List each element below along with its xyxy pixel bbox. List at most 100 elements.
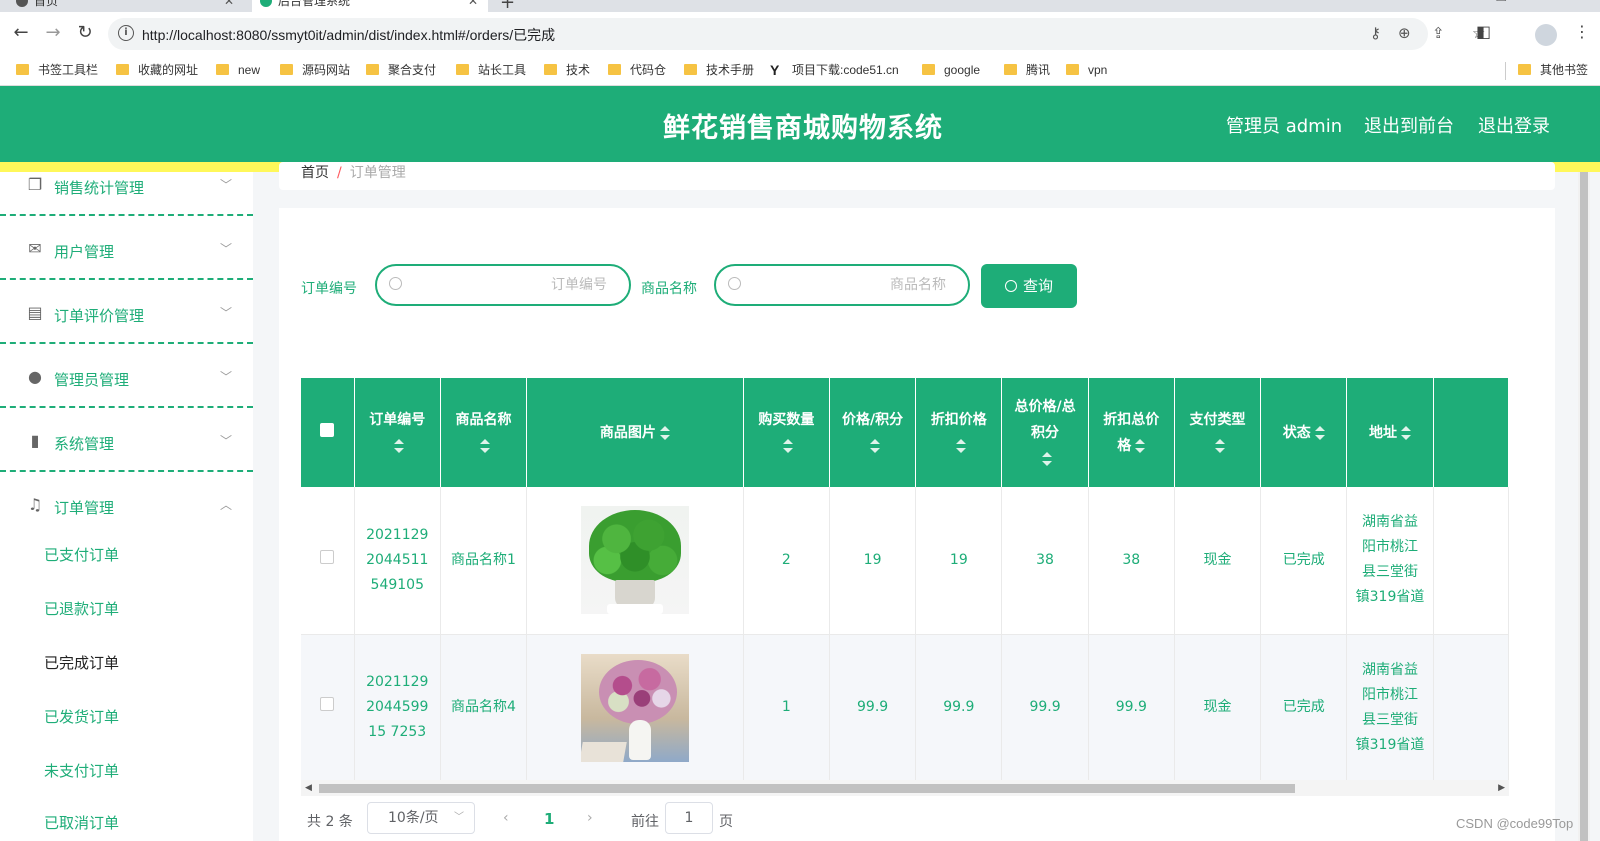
discount-total-cell: 99.9 (1088, 634, 1175, 782)
bookmark-item[interactable]: 技术 (544, 62, 590, 78)
row-checkbox[interactable] (320, 549, 335, 564)
column-header[interactable]: 折扣价格 (915, 378, 1003, 487)
browser-tab-home[interactable]: 首页 ✕ (8, 0, 244, 12)
vue-icon (260, 0, 272, 7)
column-header[interactable]: 商品名称 (440, 378, 528, 487)
column-header[interactable]: 商品图片 (526, 378, 744, 487)
page-vertical-scrollbar[interactable] (1578, 172, 1590, 841)
bookmark-item[interactable]: 技术手册 (684, 62, 754, 78)
more-menu-icon[interactable]: ⋮ (1574, 22, 1590, 41)
restore-icon[interactable]: ❐ (1496, 0, 1507, 4)
column-header[interactable]: 折扣总价格 (1088, 378, 1175, 487)
key-icon[interactable]: ⚷ (1370, 24, 1381, 42)
menu-sales-stats[interactable]: ❐ 销售统计管理 ﹀ (0, 172, 253, 216)
current-page[interactable]: 1 (544, 810, 554, 828)
select-all-header[interactable] (301, 378, 355, 487)
submenu-refunded-orders[interactable]: 已退款订单 (44, 598, 119, 619)
select-all-checkbox[interactable] (320, 422, 335, 437)
sort-icon[interactable] (659, 425, 670, 440)
prev-page-icon[interactable]: ‹ (503, 810, 509, 826)
zoom-icon[interactable]: ⊕ (1398, 24, 1411, 42)
query-button[interactable]: 查询 (981, 264, 1077, 308)
column-header[interactable]: 价格/积分 (829, 378, 917, 487)
table-horizontal-scrollbar[interactable]: ◀ ▶ (301, 780, 1509, 796)
column-header[interactable]: 状态 (1260, 378, 1348, 487)
bookmark-item[interactable]: 源码网站 (280, 62, 350, 78)
column-header[interactable]: 支付类型 (1174, 378, 1262, 487)
next-page-icon[interactable]: › (587, 810, 593, 826)
order-no-search[interactable] (375, 264, 631, 306)
submenu-completed-orders[interactable]: 已完成订单 (44, 652, 119, 673)
product-name-search[interactable] (714, 264, 970, 306)
sort-icon[interactable] (1214, 438, 1225, 453)
bookmark-item[interactable]: vpn (1066, 62, 1107, 78)
logout-link[interactable]: 退出登录 (1478, 112, 1550, 138)
column-header[interactable]: 地址 (1346, 378, 1434, 487)
submenu-cancelled-orders[interactable]: 已取消订单 (44, 812, 119, 833)
product-image-potted-plant (580, 506, 689, 615)
bookmark-item[interactable]: 腾讯 (1004, 62, 1050, 78)
sort-icon[interactable] (1135, 438, 1146, 453)
column-header-label: 订单编号 (369, 411, 426, 428)
row-checkbox[interactable] (320, 697, 335, 711)
browser-tab-admin[interactable]: 后台管理系统 ✕ (252, 0, 488, 12)
sort-icon[interactable] (783, 438, 794, 453)
column-header[interactable]: 总价格/总积分 (1001, 378, 1089, 487)
minimize-icon[interactable]: — (1428, 0, 1440, 4)
folder-icon (1518, 64, 1531, 75)
submenu-unpaid-orders[interactable]: 未支付订单 (44, 760, 119, 781)
menu-admins[interactable]: ● 管理员管理 ﹀ (0, 344, 253, 408)
menu-system[interactable]: ▮ 系统管理 ﹀ (0, 408, 253, 472)
exit-to-front-link[interactable]: 退出到前台 (1364, 112, 1454, 138)
submenu-paid-orders[interactable]: 已支付订单 (44, 544, 119, 565)
actions-header (1433, 378, 1509, 487)
bookmark-item[interactable]: 收藏的网址 (116, 62, 198, 78)
page-size-select[interactable]: 10条/页 ﹀ (367, 802, 475, 834)
order-no-input[interactable] (413, 272, 607, 298)
share-icon[interactable]: ⇪ (1432, 24, 1445, 42)
scrollbar-thumb[interactable] (319, 784, 1295, 793)
sort-icon[interactable] (480, 438, 491, 453)
discount-price-cell: 99.9 (915, 634, 1003, 782)
bookmark-item[interactable]: 站长工具 (456, 62, 526, 78)
product-name-input[interactable] (752, 272, 946, 298)
close-icon[interactable]: ✕ (224, 0, 234, 12)
info-icon[interactable]: i (118, 25, 134, 41)
sort-icon[interactable] (1042, 451, 1053, 466)
scrollbar-thumb[interactable] (1580, 172, 1588, 841)
url-omnibox[interactable]: i http://localhost:8080/ssmyt0it/admin/d… (108, 18, 1485, 50)
column-header[interactable]: 购买数量 (743, 378, 830, 487)
goto-page-input[interactable]: 1 (665, 802, 713, 834)
menu-order-reviews[interactable]: ▤ 订单评价管理 ﹀ (0, 280, 253, 344)
sort-icon[interactable] (394, 438, 405, 453)
sort-icon[interactable] (1314, 425, 1325, 440)
bookmark-item[interactable]: new (216, 62, 260, 78)
column-header-label: 状态 (1282, 424, 1311, 441)
scroll-right-icon[interactable]: ▶ (1498, 783, 1505, 793)
sort-icon[interactable] (869, 438, 880, 453)
back-icon[interactable]: ← (10, 22, 32, 44)
submenu-shipped-orders[interactable]: 已发货订单 (44, 706, 119, 727)
sort-icon[interactable] (955, 438, 966, 453)
column-header[interactable]: 订单编号 (354, 378, 441, 487)
forward-icon[interactable]: → (42, 22, 64, 44)
sort-icon[interactable] (1400, 425, 1411, 440)
menu-orders[interactable]: ♫ 订单管理 ︿ (0, 472, 253, 536)
close-icon[interactable]: ✕ (468, 0, 478, 12)
new-tab-icon[interactable]: + (500, 0, 515, 12)
url-text[interactable]: http://localhost:8080/ssmyt0it/admin/dis… (142, 25, 555, 45)
sidepanel-icon[interactable]: ◧ (1476, 22, 1491, 41)
profile-avatar[interactable] (1535, 24, 1557, 46)
bookmark-label: 收藏的网址 (138, 63, 199, 77)
reload-icon[interactable]: ↻ (74, 22, 96, 44)
other-bookmarks[interactable]: 其他书签 (1518, 62, 1588, 78)
row-select-cell (301, 634, 355, 782)
breadcrumb-home[interactable]: 首页 (301, 165, 329, 181)
bookmark-item[interactable]: google (922, 62, 980, 78)
bookmark-item[interactable]: 代码仓 (608, 62, 666, 78)
bookmark-item[interactable]: 聚合支付 (366, 62, 436, 78)
scroll-left-icon[interactable]: ◀ (305, 783, 312, 793)
menu-users[interactable]: ✉ 用户管理 ﹀ (0, 216, 253, 280)
bookmark-item[interactable]: Y 项目下载:code51.cn (770, 62, 899, 78)
bookmark-item[interactable]: 书签工具栏 (16, 62, 98, 78)
